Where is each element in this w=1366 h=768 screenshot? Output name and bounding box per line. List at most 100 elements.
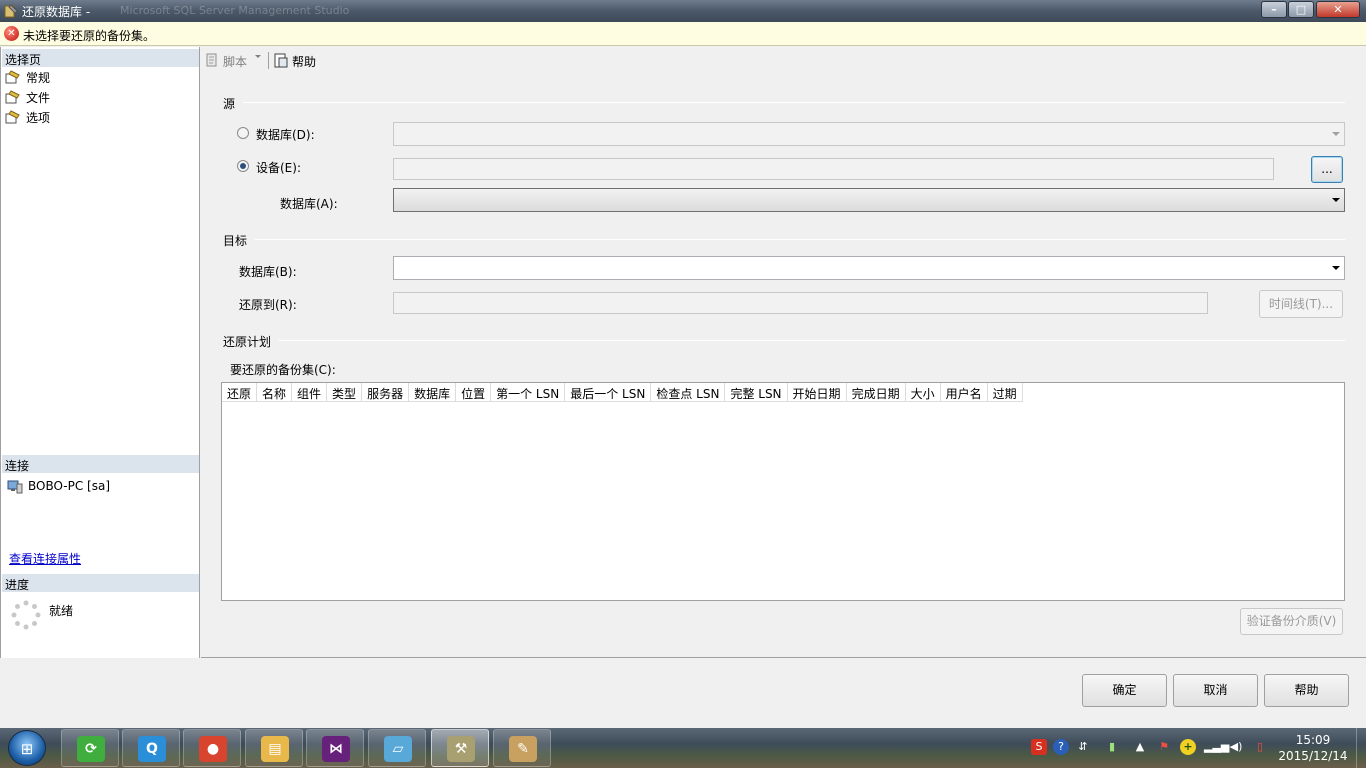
- battery-tool-icon[interactable]: ▮: [1104, 739, 1120, 755]
- page-icon: [5, 70, 20, 84]
- column-header-server[interactable]: 服务器: [362, 383, 410, 402]
- column-header-full-lsn[interactable]: 完整 LSN: [725, 383, 788, 402]
- destination-group-title: 目标: [223, 234, 248, 248]
- device-path-field: [393, 158, 1274, 180]
- column-header-database[interactable]: 数据库: [409, 383, 457, 402]
- taskbar-app-button[interactable]: ⚒: [431, 729, 489, 767]
- action-center-icon[interactable]: ⚑: [1156, 739, 1172, 755]
- column-header-name[interactable]: 名称: [257, 383, 293, 402]
- battery-icon[interactable]: ▯: [1252, 739, 1268, 755]
- verify-backup-media-button[interactable]: 验证备份介质(V): [1240, 608, 1343, 635]
- 360-icon: ⟳: [77, 736, 105, 762]
- browse-device-button[interactable]: ...: [1311, 156, 1343, 183]
- column-header-type[interactable]: 类型: [327, 383, 363, 402]
- server-icon: [7, 480, 23, 494]
- title-bar: 还原数据库 - Microsoft SQL Server Management …: [0, 0, 1366, 22]
- column-header-restore[interactable]: 还原: [222, 383, 258, 402]
- taskbar-app-button[interactable]: ⟳: [61, 729, 119, 767]
- backup-sets-label: 要还原的备份集(C):: [230, 363, 336, 377]
- toolbar: 脚本 帮助: [201, 47, 1366, 73]
- source-group-title: 源: [223, 97, 236, 111]
- database-radio[interactable]: [237, 127, 249, 139]
- window-title: 还原数据库 -: [22, 5, 91, 19]
- clock[interactable]: 15:09 2015/12/14: [1276, 732, 1350, 764]
- volume-icon[interactable]: ◀): [1228, 739, 1244, 755]
- restore-plan-divider: [279, 340, 1345, 341]
- clock-date: 2015/12/14: [1278, 749, 1348, 763]
- sidebar-item-label: 文件: [26, 91, 51, 105]
- column-header-position[interactable]: 位置: [456, 383, 492, 402]
- progress-header: 进度: [2, 574, 199, 592]
- taskbar-app-button[interactable]: ✎: [493, 729, 551, 767]
- security-icon[interactable]: +: [1180, 739, 1196, 755]
- show-desktop-button[interactable]: [1356, 728, 1366, 768]
- select-page-header: 选择页: [2, 49, 199, 67]
- device-radio[interactable]: [237, 160, 249, 172]
- ok-button[interactable]: 确定: [1082, 674, 1167, 707]
- taskbar-app-button[interactable]: ●: [183, 729, 241, 767]
- database-b-combobox[interactable]: [393, 256, 1345, 280]
- connection-header: 连接: [2, 455, 199, 473]
- taskbar-app-button[interactable]: ⋈: [306, 729, 364, 767]
- help-label: 帮助: [292, 55, 317, 69]
- database-a-select[interactable]: [393, 188, 1345, 212]
- taskbar-app-button[interactable]: ▤: [245, 729, 303, 767]
- taskbar-app-button[interactable]: ▱: [368, 729, 426, 767]
- restore-database-icon: [4, 4, 18, 18]
- dialog-button-bar: 确定 取消 帮助: [0, 658, 1366, 728]
- explorer-icon: ▤: [261, 736, 289, 762]
- close-button[interactable]: ✕: [1316, 1, 1360, 18]
- device-radio-label: 设备(E):: [256, 161, 301, 175]
- chevron-down-icon: [1332, 132, 1340, 136]
- show-hidden-icons-icon[interactable]: ▲: [1132, 739, 1148, 755]
- sidebar-item-label: 选项: [26, 111, 51, 125]
- ime-options-icon[interactable]: ⇵: [1075, 739, 1091, 755]
- progress-status: 就绪: [49, 604, 74, 618]
- destination-divider: [255, 239, 1345, 240]
- page-icon: [5, 110, 20, 124]
- toolbar-separator: [268, 52, 269, 69]
- column-header-finish-date[interactable]: 完成日期: [846, 383, 906, 402]
- column-header-size[interactable]: 大小: [905, 383, 941, 402]
- connection-item: BOBO-PC [sa]: [7, 478, 187, 496]
- chrome-icon: ●: [199, 736, 227, 762]
- taskbar-app-button[interactable]: Q: [122, 729, 180, 767]
- maximize-icon: □: [1295, 3, 1307, 16]
- grid-header: 还原 名称 组件 类型 服务器 数据库 位置 第一个 LSN 最后一个 LSN …: [222, 383, 1023, 402]
- database-b-label: 数据库(B):: [239, 265, 297, 279]
- windows-logo-icon: ⊞: [20, 740, 34, 758]
- help-icon: [274, 53, 288, 68]
- sogou-ime-icon[interactable]: S: [1031, 739, 1047, 755]
- column-header-expiration[interactable]: 过期: [987, 383, 1023, 402]
- column-header-first-lsn[interactable]: 第一个 LSN: [491, 383, 566, 402]
- script-dropdown-icon[interactable]: [255, 55, 261, 58]
- timeline-button[interactable]: 时间线(T)...: [1259, 290, 1343, 318]
- sidebar-item-label: 常规: [26, 71, 51, 85]
- taskbar: ⊞ ⟳ Q ● ▤ ⋈ ▱ ⚒ ✎ S ? ⇵ ▮ ▲ ⚑ + ▂▃▅ ◀) ▯ 15:09 …: [0, 728, 1366, 768]
- cancel-button[interactable]: 取消: [1173, 674, 1258, 707]
- help-button[interactable]: 帮助: [1264, 674, 1349, 707]
- maximize-button[interactable]: □: [1288, 1, 1314, 18]
- main-panel: 脚本 帮助 源 数据库(D): 设备(E): ... 数据库(A): 目标 数据…: [201, 47, 1366, 658]
- source-divider: [243, 102, 1345, 103]
- column-header-last-lsn[interactable]: 最后一个 LSN: [565, 383, 652, 402]
- paint-icon: ✎: [509, 736, 537, 762]
- network-icon[interactable]: ▂▃▅: [1204, 739, 1229, 755]
- chevron-down-icon: [1332, 266, 1340, 270]
- start-button[interactable]: ⊞: [8, 730, 46, 766]
- minimize-button[interactable]: –: [1261, 1, 1287, 18]
- script-icon: [206, 53, 217, 67]
- column-header-start-date[interactable]: 开始日期: [787, 383, 847, 402]
- view-connection-properties-link[interactable]: 查看连接属性: [9, 550, 81, 567]
- database-radio-label: 数据库(D):: [256, 128, 315, 142]
- left-panel: 选择页 常规 文件 选项 连接 BOBO-PC [sa] 查看连接属性 进度 就…: [0, 47, 200, 658]
- backup-sets-grid[interactable]: 还原 名称 组件 类型 服务器 数据库 位置 第一个 LSN 最后一个 LSN …: [221, 382, 1345, 601]
- minimize-icon: –: [1271, 3, 1277, 16]
- progress-spinner-icon: [11, 600, 41, 630]
- column-header-user-name[interactable]: 用户名: [940, 383, 988, 402]
- help-tray-icon[interactable]: ?: [1053, 739, 1069, 755]
- error-message-bar: ✕ 未选择要还原的备份集。: [0, 22, 1366, 46]
- column-header-component[interactable]: 组件: [292, 383, 328, 402]
- column-header-checkpoint-lsn[interactable]: 检查点 LSN: [651, 383, 726, 402]
- database-a-label: 数据库(A):: [280, 197, 338, 211]
